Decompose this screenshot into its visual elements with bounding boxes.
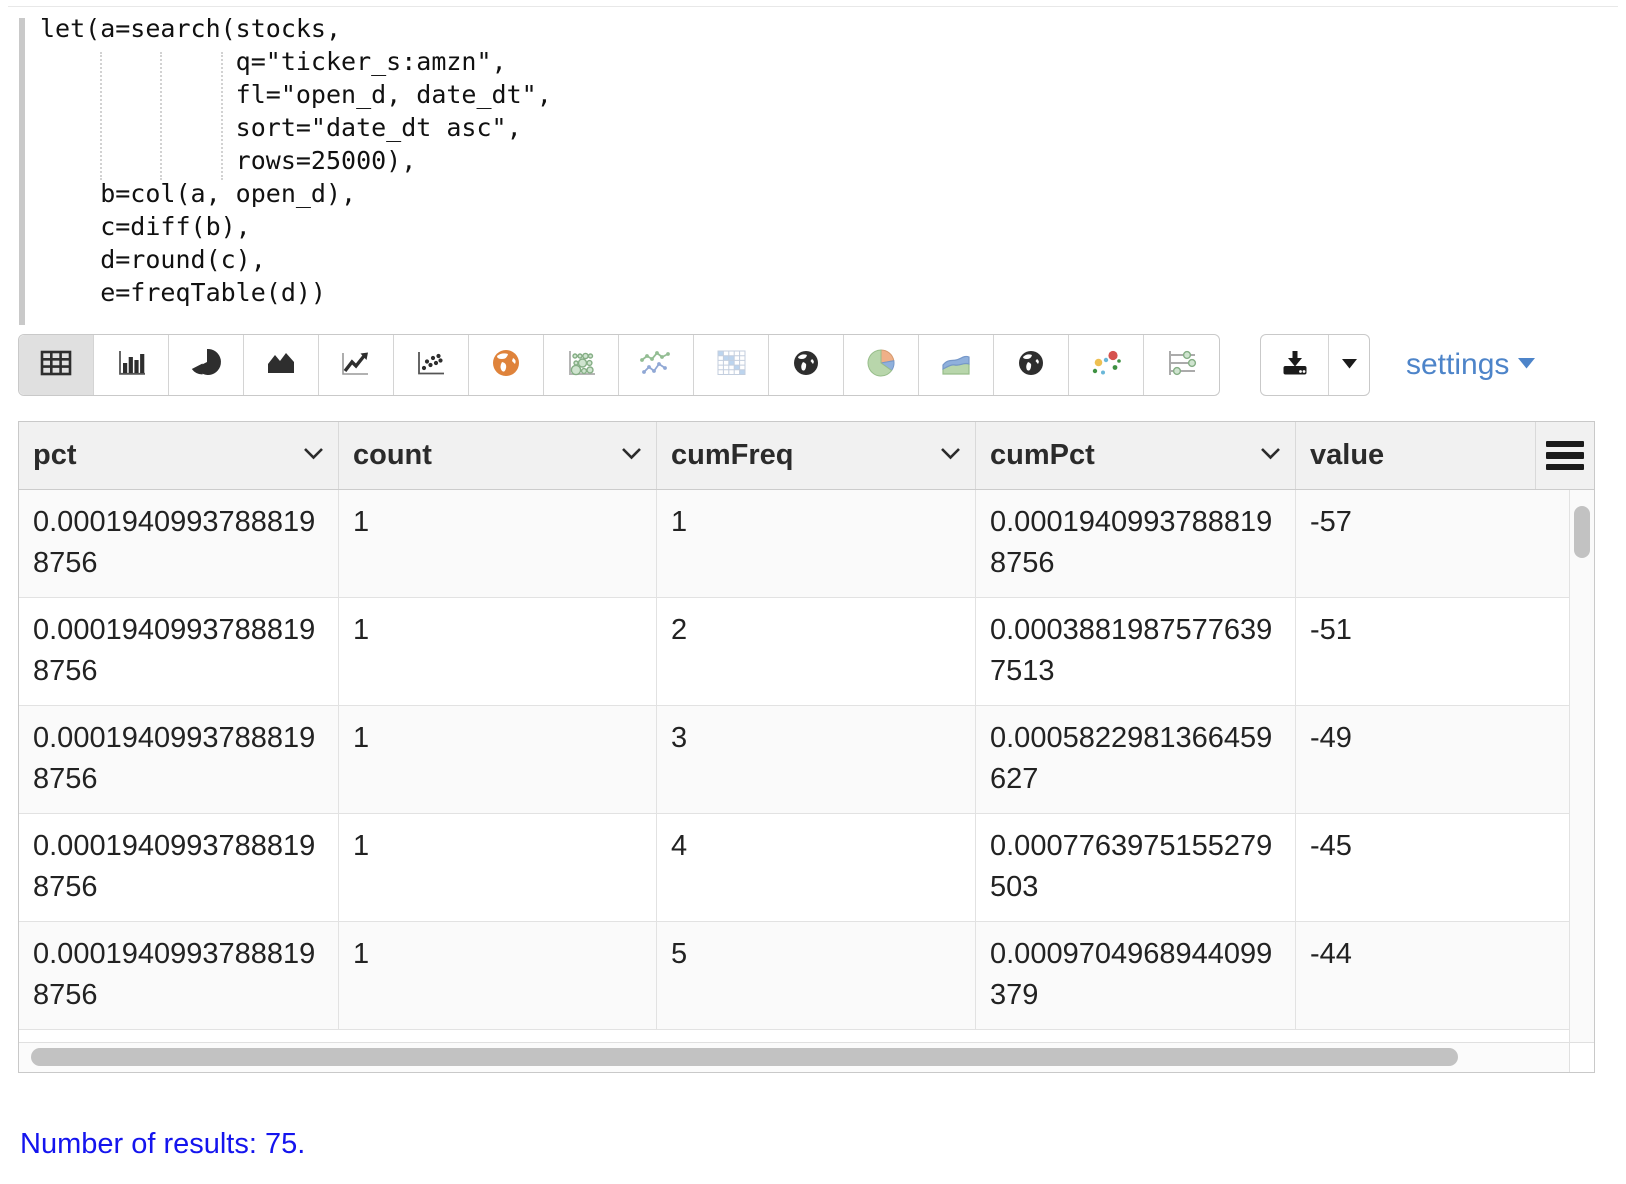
cell-cumPct: 0.0009704968944099379 [976, 922, 1296, 1029]
globe-dark-icon [788, 347, 824, 384]
cell-cumFreq: 3 [657, 706, 976, 813]
column-header-cumPct[interactable]: cumPct [976, 422, 1296, 489]
download-button[interactable] [1261, 335, 1329, 395]
cell-count: 1 [339, 490, 657, 597]
horizontal-scrollbar[interactable] [19, 1042, 1594, 1072]
heatmap-icon [713, 347, 749, 384]
caret-down-icon [1342, 356, 1357, 374]
download-split-button [1260, 334, 1370, 396]
vertical-scrollbar-thumb[interactable] [1574, 506, 1590, 558]
chart-type-map-button[interactable] [469, 335, 544, 395]
chart-type-table-button[interactable] [19, 335, 94, 395]
table-row[interactable]: 0.00019409937888198756 1 4 0.00077639751… [19, 814, 1594, 922]
column-header-cumFreq[interactable]: cumFreq [657, 422, 976, 489]
cell-cumPct: 0.00019409937888198756 [976, 490, 1296, 597]
table-row[interactable]: 0.00019409937888198756 1 5 0.00097049689… [19, 922, 1594, 1030]
caret-down-icon [1518, 356, 1535, 374]
cell-count: 1 [339, 706, 657, 813]
pie-chart-icon [188, 347, 224, 384]
chart-type-globe-button[interactable] [769, 335, 844, 395]
chart-type-bar-button[interactable] [94, 335, 169, 395]
cell-pct: 0.00019409937888198756 [19, 922, 339, 1029]
cell-cumFreq: 4 [657, 814, 976, 921]
multi-line-icon [638, 347, 674, 384]
chart-type-line-button[interactable] [319, 335, 394, 395]
table-header-row: pct count cumFreq cumPct value [19, 422, 1594, 490]
download-options-button[interactable] [1329, 335, 1369, 395]
cell-value: -49 [1296, 706, 1569, 813]
cell-count: 1 [339, 922, 657, 1029]
chart-type-toolbar [18, 334, 1220, 396]
chart-type-area-button[interactable] [244, 335, 319, 395]
chart-type-scatter-color-button[interactable] [1069, 335, 1144, 395]
line-chart-icon [338, 347, 374, 384]
chart-type-bubble-button[interactable] [544, 335, 619, 395]
table-body: 0.00019409937888198756 1 1 0.00019409937… [19, 490, 1594, 1042]
scatter-chart-icon [413, 347, 449, 384]
scrollbar-corner [1569, 1043, 1594, 1072]
horizontal-scrollbar-thumb[interactable] [31, 1048, 1458, 1066]
results-count-text: Number of results: 75. [20, 1128, 305, 1161]
cell-cumPct: 0.00038819875776397513 [976, 598, 1296, 705]
indent-guide [221, 52, 223, 180]
pie-color-icon [863, 347, 899, 384]
chart-type-scatter-button[interactable] [394, 335, 469, 395]
indent-guide [160, 52, 162, 180]
settings-label: settings [1406, 348, 1509, 382]
download-icon [1277, 347, 1313, 384]
chevron-down-icon[interactable] [1260, 447, 1281, 465]
chart-type-parallel-button[interactable] [1144, 335, 1219, 395]
table-row[interactable]: 0.00019409937888198756 1 2 0.00038819875… [19, 598, 1594, 706]
column-header-value[interactable]: value [1296, 422, 1536, 489]
cell-cumFreq: 1 [657, 490, 976, 597]
chart-type-stacked-area-button[interactable] [919, 335, 994, 395]
bar-chart-icon [113, 347, 149, 384]
editor-gutter-bar [19, 18, 25, 325]
editor-top-border [8, 6, 1618, 7]
chevron-down-icon[interactable] [621, 447, 642, 465]
bubble-grid-icon [563, 347, 599, 384]
cell-pct: 0.00019409937888198756 [19, 706, 339, 813]
cell-count: 1 [339, 598, 657, 705]
cell-cumPct: 0.0005822981366459627 [976, 706, 1296, 813]
table-row[interactable]: 0.00019409937888198756 1 1 0.00019409937… [19, 490, 1594, 598]
indent-guide [100, 52, 102, 180]
parallel-sliders-icon [1164, 347, 1200, 384]
column-header-pct[interactable]: pct [19, 422, 339, 489]
globe-dark-icon [1013, 347, 1049, 384]
stacked-area-icon [938, 347, 974, 384]
code-content[interactable]: let(a=search(stocks, q="ticker_s:amzn", … [40, 12, 552, 309]
hamburger-icon [1546, 441, 1584, 448]
chevron-down-icon[interactable] [940, 447, 961, 465]
result-table: pct count cumFreq cumPct value [18, 421, 1595, 1073]
chart-type-heatmap-button[interactable] [694, 335, 769, 395]
area-chart-icon [263, 347, 299, 384]
globe-orange-icon [488, 347, 524, 384]
vertical-scrollbar[interactable] [1569, 490, 1594, 1042]
chart-type-pie2-button[interactable] [844, 335, 919, 395]
cell-cumFreq: 2 [657, 598, 976, 705]
chart-type-multiline-button[interactable] [619, 335, 694, 395]
cell-value: -45 [1296, 814, 1569, 921]
cell-cumPct: 0.0007763975155279503 [976, 814, 1296, 921]
chart-type-globe2-button[interactable] [994, 335, 1069, 395]
chart-type-pie-button[interactable] [169, 335, 244, 395]
cell-pct: 0.00019409937888198756 [19, 598, 339, 705]
cell-value: -44 [1296, 922, 1569, 1029]
scatter-color-icon [1088, 347, 1124, 384]
table-menu-button[interactable] [1536, 422, 1594, 489]
cell-value: -51 [1296, 598, 1569, 705]
cell-pct: 0.00019409937888198756 [19, 490, 339, 597]
cell-value: -57 [1296, 490, 1569, 597]
cell-cumFreq: 5 [657, 922, 976, 1029]
chevron-down-icon[interactable] [303, 447, 324, 465]
settings-link[interactable]: settings [1406, 334, 1535, 396]
cell-count: 1 [339, 814, 657, 921]
column-header-count[interactable]: count [339, 422, 657, 489]
table-row[interactable]: 0.00019409937888198756 1 3 0.00058229813… [19, 706, 1594, 814]
table-icon [38, 347, 74, 384]
cell-pct: 0.00019409937888198756 [19, 814, 339, 921]
